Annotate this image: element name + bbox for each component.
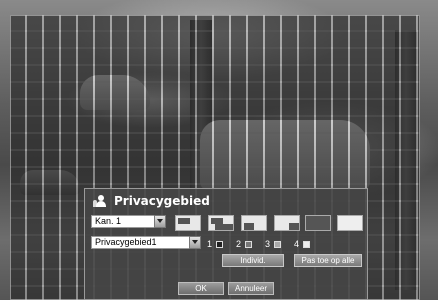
channel-color-swatch <box>303 240 311 248</box>
channel-item: 2 <box>236 239 253 249</box>
chevron-down-icon[interactable] <box>154 215 166 228</box>
chevron-down-icon[interactable] <box>189 236 201 249</box>
channel-color-swatch <box>216 240 224 248</box>
privacy-area-screen: Privacygebied Kan. 1 Privacygebied1 1 2 … <box>0 0 438 300</box>
channel-item: 3 <box>265 239 282 249</box>
layout-button-1[interactable] <box>175 215 201 231</box>
channel-color-swatch <box>274 240 282 248</box>
area-select-value: Privacygebied1 <box>95 237 157 247</box>
channel-select-value: Kan. 1 <box>95 216 122 226</box>
channel-select[interactable]: Kan. 1 <box>91 215 166 228</box>
cancel-button[interactable]: Annuleer <box>228 282 274 295</box>
apply-all-button[interactable]: Pas toe op alle <box>294 254 362 267</box>
ok-button[interactable]: OK <box>178 282 224 295</box>
individual-button[interactable]: Individ. <box>222 254 284 267</box>
channel-legend: 1 2 3 4 <box>207 239 323 249</box>
layout-button-clear[interactable] <box>337 215 363 231</box>
layout-button-full[interactable] <box>305 215 331 231</box>
layout-button-4[interactable] <box>274 215 300 231</box>
dialog-title: Privacygebied <box>93 192 210 210</box>
dialog-title-text: Privacygebied <box>114 194 210 208</box>
channel-color-swatch <box>245 240 253 248</box>
layout-button-2[interactable] <box>208 215 234 231</box>
channel-item: 4 <box>294 239 311 249</box>
channel-item: 1 <box>207 239 224 249</box>
area-select[interactable]: Privacygebied1 <box>91 236 201 249</box>
privacy-person-icon <box>93 195 108 207</box>
layout-button-3[interactable] <box>241 215 267 231</box>
